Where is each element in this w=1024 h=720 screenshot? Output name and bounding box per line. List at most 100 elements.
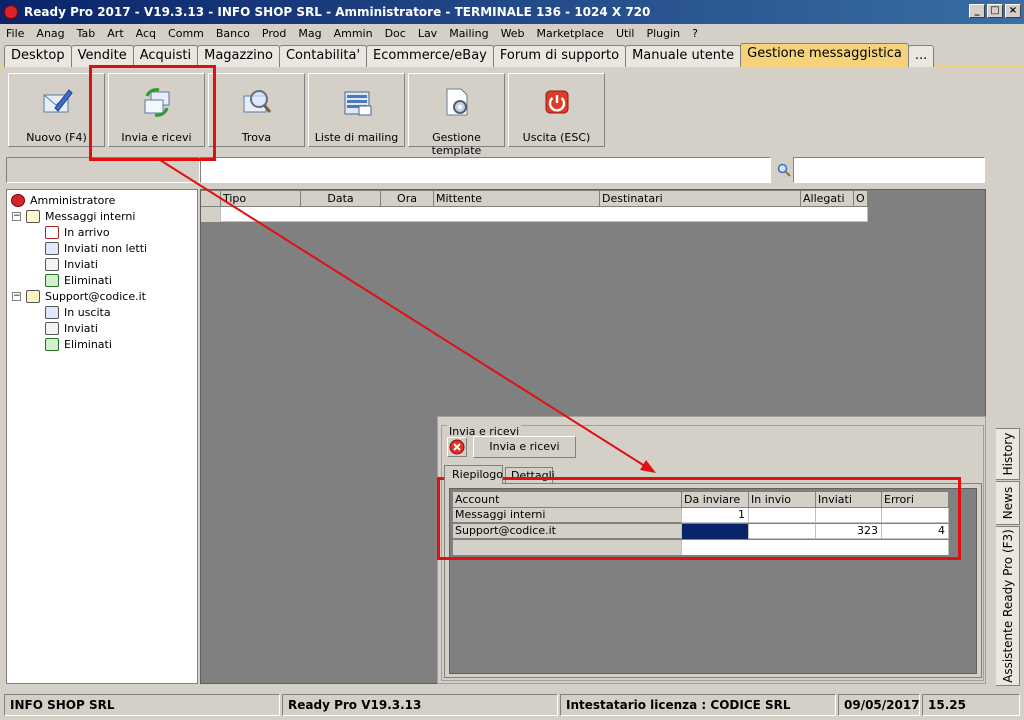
- side-tab-news[interactable]: News: [996, 481, 1020, 525]
- column-header-data[interactable]: Data: [301, 191, 381, 207]
- send-receive-now-button[interactable]: Invia e ricevi: [473, 436, 576, 458]
- internal-messages-icon: [26, 209, 40, 223]
- status-license: Intestatario licenza : CODICE SRL: [560, 694, 836, 716]
- side-tab-assistant-label: Assistente Ready Pro (F3): [1000, 529, 1015, 683]
- mailing-lists-button[interactable]: Liste di mailing: [308, 73, 405, 147]
- find-label: Trova: [241, 131, 272, 144]
- collapse-account-icon[interactable]: −: [12, 292, 21, 301]
- menu-file[interactable]: File: [6, 27, 24, 40]
- exit-button[interactable]: Uscita (ESC): [508, 73, 605, 147]
- tab-ecommerce[interactable]: Ecommerce/eBay: [366, 45, 494, 67]
- trash-icon: [45, 337, 59, 351]
- menu-mag[interactable]: Mag: [298, 27, 321, 40]
- maximize-button[interactable]: □: [987, 4, 1003, 18]
- menu-prod[interactable]: Prod: [262, 27, 286, 40]
- column-header-o[interactable]: O: [854, 191, 868, 207]
- status-company: INFO SHOP SRL: [4, 694, 280, 716]
- menu-util[interactable]: Util: [616, 27, 634, 40]
- tree-inviati-account-label: Inviati: [64, 321, 98, 335]
- menu-ammin[interactable]: Ammin: [334, 27, 373, 40]
- column-header-destinatari[interactable]: Destinatari: [600, 191, 801, 207]
- grid-row-selector[interactable]: [201, 207, 221, 222]
- find-button[interactable]: Trova: [208, 73, 305, 147]
- menu-comm[interactable]: Comm: [168, 27, 204, 40]
- templates-label: Gestione template: [431, 131, 482, 157]
- menu-plugin[interactable]: Plugin: [646, 27, 680, 40]
- tab-more[interactable]: ...: [907, 45, 935, 67]
- menu-tab[interactable]: Tab: [77, 27, 96, 40]
- tree-messaggi-interni[interactable]: Messaggi interni: [26, 208, 135, 224]
- folder-tree: Amministratore − Messaggi interni In arr…: [6, 189, 198, 684]
- menu-web[interactable]: Web: [501, 27, 525, 40]
- tab-manuale[interactable]: Manuale utente: [625, 45, 742, 67]
- search-icon[interactable]: [777, 163, 791, 177]
- outbox-icon: [45, 305, 59, 319]
- menu-help[interactable]: ?: [692, 27, 698, 40]
- close-button[interactable]: ×: [1005, 4, 1021, 18]
- stop-button[interactable]: [447, 437, 467, 457]
- tab-vendite[interactable]: Vendite: [70, 45, 134, 67]
- account-icon: [26, 289, 40, 303]
- side-tab-history[interactable]: History: [996, 428, 1020, 480]
- menu-art[interactable]: Art: [107, 27, 123, 40]
- tree-inviati-non-letti[interactable]: Inviati non letti: [45, 240, 147, 256]
- menu-doc[interactable]: Doc: [385, 27, 406, 40]
- tab-magazzino[interactable]: Magazzino: [197, 45, 280, 67]
- tree-inviati[interactable]: Inviati: [45, 256, 98, 272]
- menu-mailing[interactable]: Mailing: [449, 27, 488, 40]
- tab-contabilita[interactable]: Contabilita': [278, 45, 368, 67]
- search-mail-icon: [243, 90, 272, 113]
- tree-eliminati[interactable]: Eliminati: [45, 272, 112, 288]
- tree-inviati-account[interactable]: Inviati: [45, 320, 98, 336]
- side-tab-history-label: History: [1000, 432, 1015, 476]
- column-header-ora[interactable]: Ora: [381, 191, 434, 207]
- menu-acq[interactable]: Acq: [136, 27, 156, 40]
- menu-marketplace[interactable]: Marketplace: [537, 27, 604, 40]
- tab-desktop[interactable]: Desktop: [4, 45, 72, 67]
- menu-anag[interactable]: Anag: [36, 27, 64, 40]
- status-version: Ready Pro V19.3.13: [282, 694, 558, 716]
- filter-input[interactable]: [200, 157, 771, 183]
- tab-gestione-messaggistica[interactable]: Gestione messaggistica: [740, 43, 909, 67]
- tree-in-arrivo[interactable]: In arrivo: [45, 224, 110, 240]
- power-icon: [545, 90, 569, 114]
- tab-riepilogo[interactable]: Riepilogo: [444, 465, 503, 484]
- menu-lav[interactable]: Lav: [418, 27, 437, 40]
- status-date: 09/05/2017: [838, 694, 920, 716]
- table-row[interactable]: [221, 207, 868, 222]
- sent-icon: [45, 257, 59, 271]
- inbox-icon: [45, 225, 59, 239]
- minimize-button[interactable]: _: [969, 4, 985, 18]
- new-message-icon: [43, 89, 73, 113]
- tree-inviati-non-letti-label: Inviati non letti: [64, 241, 148, 255]
- column-header-mittente[interactable]: Mittente: [434, 191, 600, 207]
- search-input[interactable]: [793, 157, 985, 183]
- sent-icon: [45, 321, 59, 335]
- collapse-internal-icon[interactable]: −: [12, 212, 21, 221]
- mailing-list-icon: [344, 91, 372, 116]
- tab-forum[interactable]: Forum di supporto: [492, 45, 627, 67]
- tree-in-arrivo-label: In arrivo: [64, 225, 110, 239]
- menu-bar: File Anag Tab Art Acq Comm Banco Prod Ma…: [0, 24, 1024, 42]
- main-tabs: Desktop Vendite Acquisti Magazzino Conta…: [4, 43, 935, 67]
- side-tab-assistant[interactable]: Assistente Ready Pro (F3): [996, 526, 1020, 686]
- tree-support-account[interactable]: Support@codice.it: [26, 288, 146, 304]
- column-header-allegati[interactable]: Allegati: [801, 191, 854, 207]
- tab-acquisti[interactable]: Acquisti: [132, 45, 199, 67]
- tree-eliminati-account[interactable]: Eliminati: [45, 336, 112, 352]
- title-bar: Ready Pro 2017 - V19.3.13 - INFO SHOP SR…: [0, 0, 1024, 24]
- app-logo-icon: [4, 5, 18, 19]
- unread-sent-icon: [45, 241, 59, 255]
- grid-row-header: [201, 191, 221, 207]
- menu-banco[interactable]: Banco: [216, 27, 250, 40]
- annotation-box-send-receive: [89, 65, 216, 161]
- annotation-box-summary: [437, 477, 961, 560]
- templates-button[interactable]: Gestione template: [408, 73, 505, 157]
- tree-in-uscita[interactable]: In uscita: [45, 304, 111, 320]
- tree-support-account-label: Support@codice.it: [45, 289, 146, 303]
- column-header-tipo[interactable]: Tipo: [221, 191, 301, 207]
- side-tab-news-label: News: [1000, 486, 1015, 520]
- strawberry-icon: [11, 193, 25, 207]
- tree-root[interactable]: Amministratore: [11, 192, 115, 208]
- stop-icon: [449, 439, 465, 455]
